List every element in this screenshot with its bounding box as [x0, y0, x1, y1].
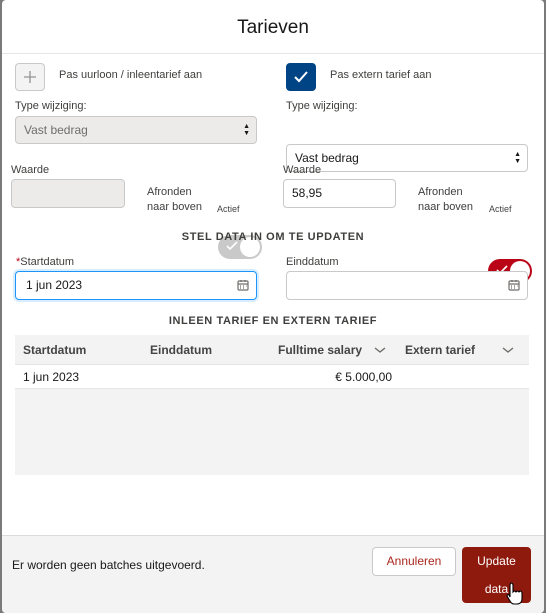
left-type-label: Type wijziging: — [15, 100, 87, 112]
select-arrows-icon: ▲ ▼ — [243, 123, 250, 137]
dates-section-title: STEL DATA IN OM TE UPDATEN — [181, 231, 365, 243]
checkmark-icon — [294, 71, 308, 83]
hand-cursor-icon — [506, 582, 523, 605]
col-fulltime-salary[interactable]: Fulltime salary — [278, 335, 362, 365]
right-type-label: Type wijziging: — [286, 100, 358, 112]
modal-header: Tarieven — [2, 0, 544, 54]
cell-startdatum: 1 jun 2023 — [23, 370, 80, 384]
left-type-value: Vast bedrag — [24, 123, 88, 137]
batch-status-text: Er worden geen batches uitgevoerd. — [12, 558, 205, 572]
left-switch-state: Actief — [217, 204, 240, 214]
calendar-icon[interactable] — [508, 279, 520, 291]
modal-title: Tarieven — [237, 17, 309, 38]
tarieven-table: Startdatum Einddatum Fulltime salary Ext… — [15, 335, 529, 475]
table-section-title: INLEEN TARIEF EN EXTERN TARIEF — [168, 315, 378, 327]
modal-footer: Er worden geen batches uitgevoerd. Annul… — [2, 535, 544, 613]
right-afronden-label-line2: naar boven — [418, 201, 474, 213]
startdatum-label-text: Startdatum — [20, 256, 75, 268]
col-extern-tarief[interactable]: Extern tarief — [405, 335, 475, 365]
update-label-line1: Update — [477, 554, 516, 568]
extern-tarief-checkbox[interactable] — [286, 63, 316, 91]
col-startdatum[interactable]: Startdatum — [23, 335, 86, 365]
cell-fulltime-salary: € 5.000,00 — [335, 370, 392, 384]
startdatum-value: 1 jun 2023 — [26, 278, 83, 292]
chevron-down-icon[interactable] — [374, 345, 386, 355]
chevron-down-icon[interactable] — [502, 345, 514, 355]
extern-tarief-checkbox-label: Pas extern tarief aan — [330, 69, 432, 81]
table-header: Startdatum Einddatum Fulltime salary Ext… — [15, 335, 529, 365]
table-row[interactable]: 1 jun 2023 € 5.000,00 — [15, 365, 529, 389]
right-type-value: Vast bedrag — [295, 151, 359, 165]
calendar-icon[interactable] — [237, 279, 249, 291]
col-einddatum[interactable]: Einddatum — [150, 335, 212, 365]
left-afronden-label-line1: Afronden — [147, 186, 192, 198]
right-type-select[interactable]: Vast bedrag ▲ ▼ — [286, 144, 528, 172]
left-waarde-label: Waarde — [11, 164, 50, 176]
left-type-select[interactable]: Vast bedrag ▲ ▼ — [15, 116, 257, 144]
left-waarde-input[interactable] — [11, 179, 125, 208]
tarieven-modal: Tarieven Pas uurloon / inleentarief aan … — [2, 0, 544, 613]
right-waarde-input[interactable]: 58,95 — [283, 179, 396, 208]
plus-icon — [24, 71, 36, 83]
uurloon-checkbox[interactable] — [15, 63, 45, 91]
uurloon-checkbox-label: Pas uurloon / inleentarief aan — [59, 69, 203, 81]
einddatum-label: Einddatum — [286, 256, 339, 268]
select-arrows-icon: ▲ ▼ — [514, 151, 521, 165]
startdatum-input[interactable]: 1 jun 2023 — [15, 271, 257, 300]
right-switch-state: Actief — [489, 204, 512, 214]
einddatum-input[interactable] — [286, 271, 528, 300]
right-waarde-label: Waarde — [283, 164, 322, 176]
cancel-button[interactable]: Annuleren — [372, 547, 456, 576]
right-afronden-label-line1: Afronden — [418, 186, 463, 198]
left-afronden-label-line2: naar boven — [147, 201, 203, 213]
startdatum-label: *Startdatum — [16, 256, 74, 268]
